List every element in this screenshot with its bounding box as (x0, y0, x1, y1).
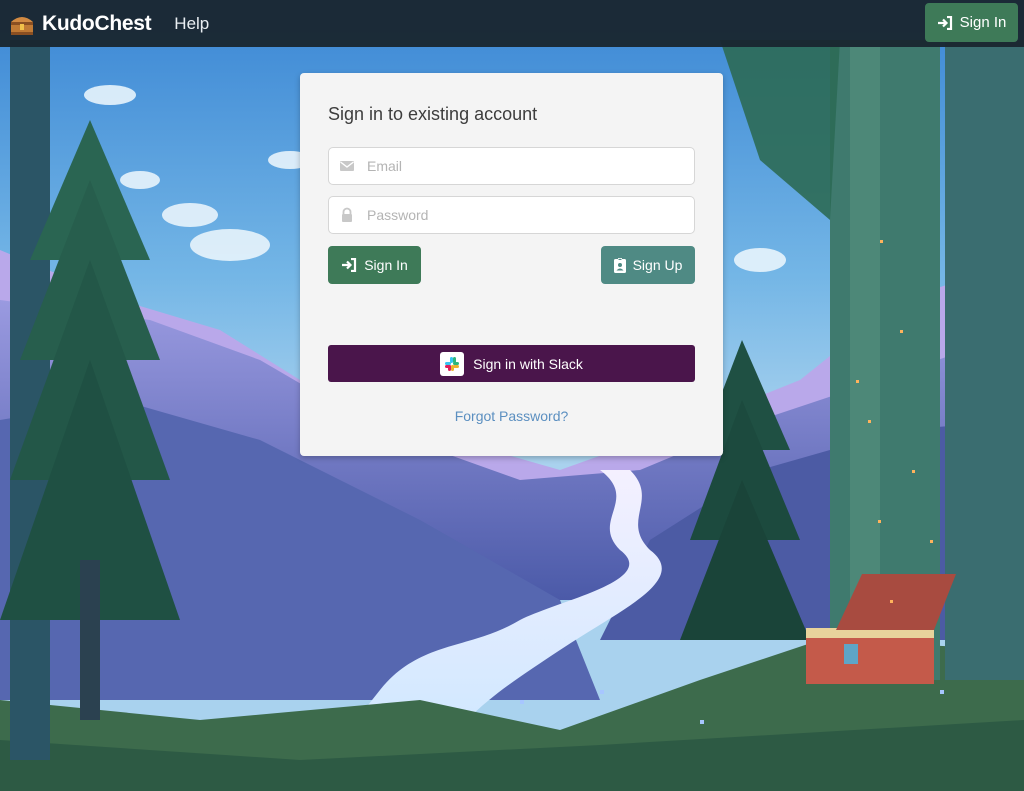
envelope-icon (340, 161, 354, 171)
sign-in-arrow-icon (937, 15, 952, 30)
email-field[interactable] (328, 147, 695, 185)
password-input[interactable] (367, 207, 687, 223)
sign-up-button[interactable]: Sign Up (601, 246, 695, 284)
brand-name: KudoChest (42, 11, 152, 35)
treasure-chest-icon (11, 16, 33, 35)
sign-up-label: Sign Up (632, 257, 683, 273)
brand-link[interactable]: KudoChest (8, 10, 152, 38)
password-field[interactable] (328, 196, 695, 234)
sign-in-with-slack-button[interactable]: Sign in with Slack (328, 345, 695, 382)
sign-in-arrow-icon (342, 258, 357, 272)
top-navbar: KudoChest Help Sign In (0, 0, 1024, 47)
forgot-password-link[interactable]: Forgot Password? (300, 408, 723, 424)
sign-in-card: Sign in to existing account Sign In Sign (300, 73, 723, 456)
lock-icon (342, 207, 352, 222)
navbar-sign-in-button[interactable]: Sign In (925, 3, 1018, 42)
nav-help-link[interactable]: Help (174, 14, 209, 34)
sign-in-label: Sign In (364, 257, 408, 273)
slack-icon (440, 351, 465, 376)
navbar-sign-in-label: Sign In (959, 14, 1007, 31)
slack-sign-in-label: Sign in with Slack (473, 355, 583, 372)
email-input[interactable] (367, 158, 687, 174)
id-badge-icon (613, 257, 626, 273)
card-title: Sign in to existing account (328, 104, 538, 124)
sign-in-button[interactable]: Sign In (328, 246, 421, 284)
